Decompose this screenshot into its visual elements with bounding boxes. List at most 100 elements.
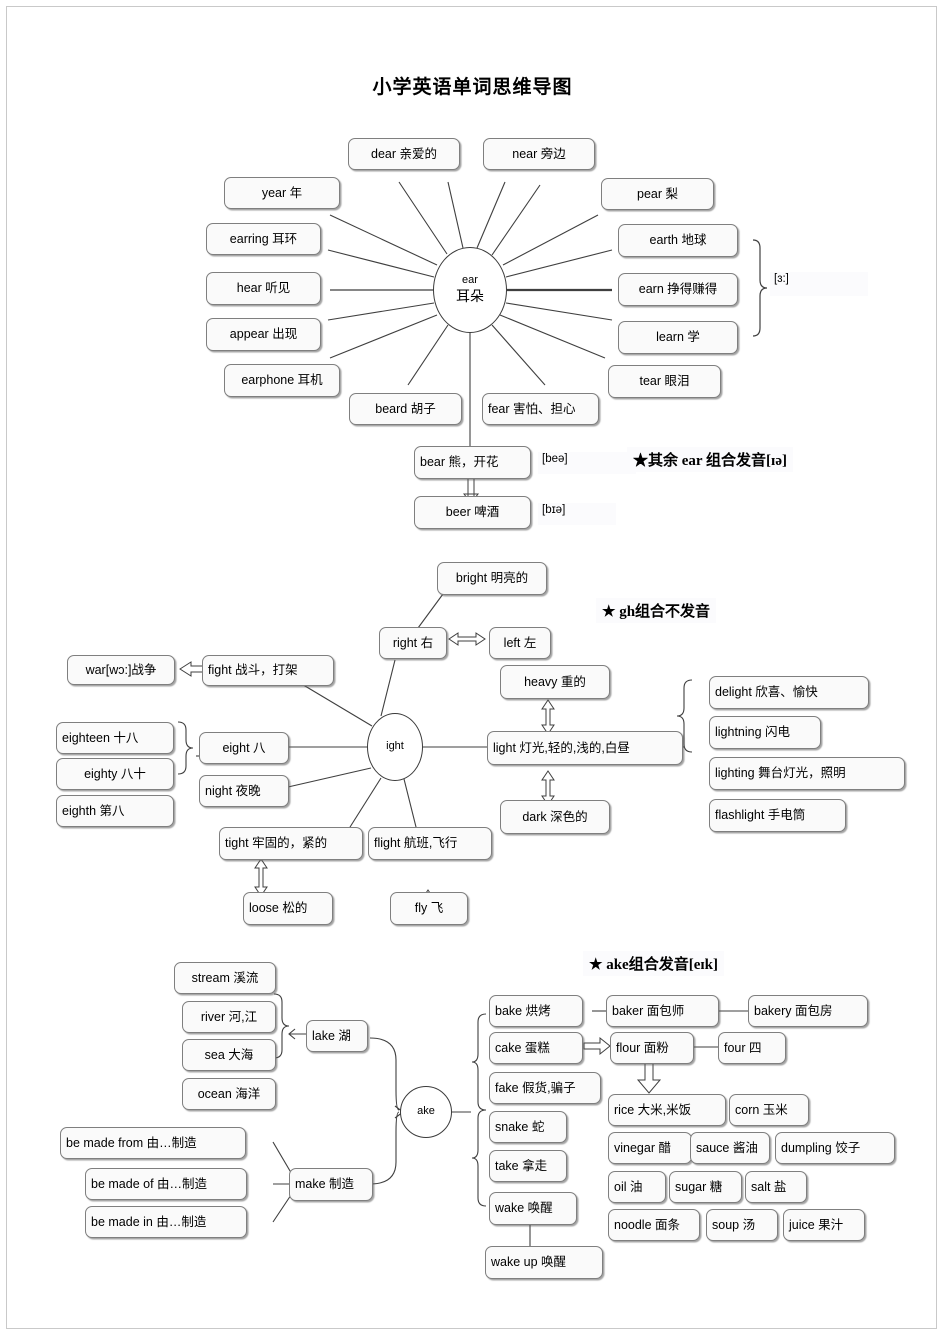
word-box-sauce[interactable]: sauce 酱油 (690, 1132, 770, 1164)
word-box-four[interactable]: four 四 (718, 1032, 786, 1064)
center-node-ight: ight (367, 713, 423, 781)
page-title: 小学英语单词思维导图 (372, 77, 573, 98)
word-label: fly 飞 (414, 901, 444, 916)
word-label: flight 航班,飞行 (374, 836, 458, 851)
word-box-salt[interactable]: salt 盐 (745, 1171, 807, 1203)
word-box-be-made-from[interactable]: be made from 由…制造 (60, 1127, 246, 1159)
word-box-war[interactable]: war[wɔ:]战争 (67, 655, 175, 685)
word-box-left[interactable]: left 左 (489, 627, 551, 659)
word-box-oil[interactable]: oil 油 (608, 1171, 666, 1203)
word-label: tight 牢固的，紧的 (225, 836, 328, 851)
word-box-rice[interactable]: rice 大米,米饭 (608, 1094, 726, 1126)
word-box-dumpling[interactable]: dumpling 饺子 (775, 1132, 895, 1164)
word-label: year 年 (261, 185, 303, 200)
word-box-dark[interactable]: dark 深色的 (500, 800, 610, 834)
word-box-corn[interactable]: corn 玉米 (729, 1094, 809, 1126)
word-box-ocean[interactable]: ocean 海洋 (182, 1078, 276, 1110)
word-label: juice 果汁 (789, 1217, 844, 1232)
word-box-hear[interactable]: hear 听见 (206, 272, 321, 305)
word-label: vinegar 醋 (614, 1140, 671, 1155)
word-box-sea[interactable]: sea 大海 (182, 1039, 276, 1071)
word-box-light[interactable]: light 灯光,轻的,浅的,白昼 (487, 731, 683, 765)
word-box-pear[interactable]: pear 梨 (601, 178, 714, 210)
note-ake-pronunciation: ★ ake组合发音[eɪk] (583, 951, 725, 976)
word-box-vinegar[interactable]: vinegar 醋 (608, 1132, 692, 1164)
word-box-learn[interactable]: learn 学 (618, 321, 738, 354)
word-box-take[interactable]: take 拿走 (489, 1150, 567, 1182)
word-box-fly[interactable]: fly 飞 (390, 892, 468, 925)
word-box-earth[interactable]: earth 地球 (618, 224, 738, 257)
word-box-lightning[interactable]: lightning 闪电 (709, 716, 821, 749)
word-box-beard[interactable]: beard 胡子 (349, 393, 462, 425)
word-box-eighty[interactable]: eighty 八十 (56, 758, 174, 790)
word-box-dear[interactable]: dear 亲爱的 (348, 138, 460, 170)
word-box-loose[interactable]: loose 松的 (243, 892, 333, 925)
word-box-noodle[interactable]: noodle 面条 (608, 1209, 700, 1241)
word-box-juice[interactable]: juice 果汁 (783, 1209, 865, 1241)
word-box-year[interactable]: year 年 (224, 177, 340, 209)
word-label: take 拿走 (495, 1158, 548, 1173)
word-box-appear[interactable]: appear 出现 (206, 318, 321, 351)
word-box-river[interactable]: river 河,江 (182, 1001, 276, 1033)
word-label: make 制造 (295, 1177, 355, 1192)
word-label: fake 假货,骗子 (495, 1080, 576, 1095)
word-label: baker 面包师 (612, 1003, 685, 1018)
word-label: sugar 糖 (675, 1179, 723, 1194)
word-label: noodle 面条 (614, 1217, 681, 1232)
word-box-flight[interactable]: flight 航班,飞行 (368, 827, 492, 860)
word-box-heavy[interactable]: heavy 重的 (500, 665, 610, 699)
word-box-flour[interactable]: flour 面粉 (610, 1032, 694, 1064)
word-label: beer 啤酒 (445, 505, 500, 520)
word-label: loose 松的 (249, 901, 308, 916)
word-label: near 旁边 (512, 146, 566, 161)
word-box-fake[interactable]: fake 假货,骗子 (489, 1072, 601, 1104)
word-label: beard 胡子 (375, 401, 436, 416)
word-box-bear[interactable]: bear 熊，开花 (414, 446, 531, 479)
word-label: soup 汤 (712, 1217, 756, 1232)
word-label: fear 害怕、担心 (488, 401, 576, 416)
word-box-earphone[interactable]: earphone 耳机 (224, 364, 340, 397)
word-box-eight[interactable]: eight 八 (199, 732, 289, 764)
word-box-lake[interactable]: lake 湖 (306, 1020, 368, 1052)
word-box-snake[interactable]: snake 蛇 (489, 1111, 567, 1143)
word-box-make[interactable]: make 制造 (289, 1168, 373, 1201)
word-box-soup[interactable]: soup 汤 (706, 1209, 778, 1241)
word-label: eighth 第八 (62, 803, 125, 818)
word-box-be-made-in[interactable]: be made in 由…制造 (85, 1206, 247, 1238)
word-box-eighteen[interactable]: eighteen 十八 (56, 722, 174, 754)
word-label: left 左 (503, 635, 537, 650)
word-box-earring[interactable]: earring 耳环 (206, 223, 321, 255)
word-box-delight[interactable]: delight 欣喜、愉快 (709, 676, 869, 709)
word-box-beer[interactable]: beer 啤酒 (414, 496, 531, 529)
word-box-near[interactable]: near 旁边 (483, 138, 595, 170)
word-box-bakery[interactable]: bakery 面包房 (748, 995, 868, 1027)
word-label: pear 梨 (637, 186, 678, 201)
word-box-bright[interactable]: bright 明亮的 (437, 562, 547, 595)
word-label: salt 盐 (751, 1179, 787, 1194)
word-box-eighth[interactable]: eighth 第八 (56, 795, 174, 827)
word-box-night[interactable]: night 夜晚 (199, 775, 289, 807)
word-box-wake-up[interactable]: wake up 唤醒 (485, 1246, 603, 1279)
word-label: lightning 闪电 (715, 725, 791, 740)
word-box-cake[interactable]: cake 蛋糕 (489, 1032, 583, 1064)
word-box-sugar[interactable]: sugar 糖 (669, 1171, 742, 1203)
word-label: stream 溪流 (191, 970, 259, 985)
word-box-bake[interactable]: bake 烘烤 (489, 995, 583, 1027)
word-box-wake[interactable]: wake 唤醒 (489, 1192, 577, 1225)
word-label: earth 地球 (649, 233, 707, 248)
word-box-tight[interactable]: tight 牢固的，紧的 (219, 827, 363, 860)
word-box-lighting[interactable]: lighting 舞台灯光，照明 (709, 757, 905, 790)
word-box-right[interactable]: right 右 (379, 627, 447, 659)
word-box-stream[interactable]: stream 溪流 (174, 962, 276, 994)
word-box-be-made-of[interactable]: be made of 由…制造 (85, 1168, 247, 1200)
word-box-earn[interactable]: earn 挣得赚得 (618, 273, 738, 306)
word-label: eight 八 (222, 740, 266, 755)
word-label: appear 出现 (229, 327, 298, 342)
word-box-tear[interactable]: tear 眼泪 (608, 365, 721, 398)
word-box-baker[interactable]: baker 面包师 (606, 995, 719, 1027)
word-label: eighty 八十 (84, 766, 146, 781)
word-box-fear[interactable]: fear 害怕、担心 (482, 393, 599, 425)
word-box-flashlight[interactable]: flashlight 手电筒 (709, 799, 846, 832)
word-box-fight[interactable]: fight 战斗，打架 (202, 655, 334, 686)
phonetic-beer: [bɪə] (538, 503, 616, 525)
